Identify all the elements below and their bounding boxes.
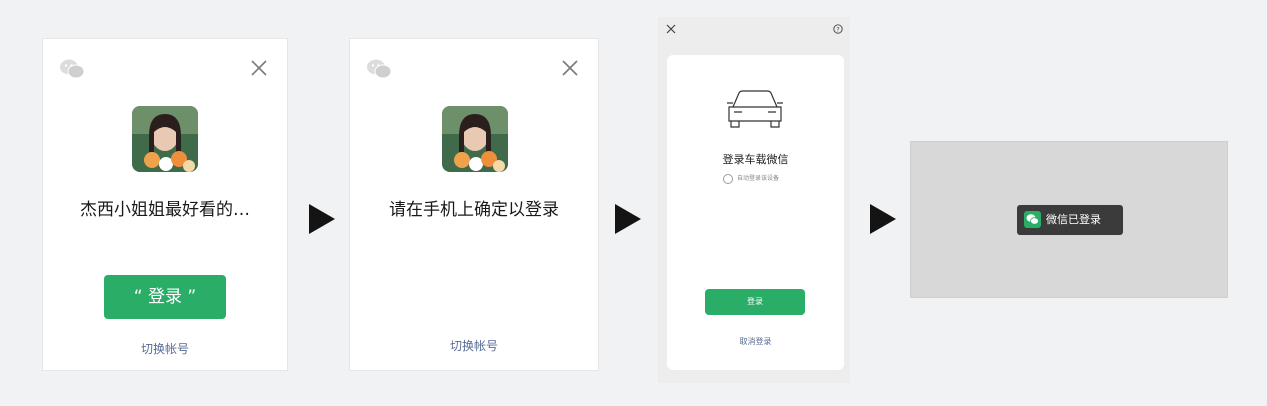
login-button[interactable]: “ 登录 ” [104,275,226,319]
radio-button[interactable] [723,174,733,184]
arrow-right-icon [615,204,641,234]
help-icon[interactable]: ? [833,24,843,34]
svg-text:?: ? [836,25,839,33]
wechat-logo-icon [367,59,392,79]
card-title: 登录车载微信 [722,153,789,166]
arrow-right-icon [309,204,335,234]
wechat-icon [1024,211,1041,228]
logged-in-toast: 微信已登录 [1017,205,1123,235]
car-login-card: 登录车载微信 自动登录该设备 登录 取消登录 [667,55,844,370]
auto-login-label: 自动登录该设备 [737,175,780,182]
login-dialog-step2: 请在手机上确定以登录 切换帐号 [349,38,599,371]
switch-account-link[interactable]: 切换帐号 [350,337,598,354]
confirm-on-phone-message: 请在手机上确定以登录 [389,200,559,220]
login-dialog-step1: 杰西小姐姐最好看的… “ 登录 ” 切换帐号 [42,38,288,371]
close-icon[interactable] [666,24,676,34]
confirm-login-button[interactable]: 登录 [705,289,805,315]
wechat-logo-icon [60,59,85,79]
close-icon[interactable] [560,58,580,78]
cancel-login-button[interactable]: 取消登录 [667,336,844,347]
nickname: 杰西小姐姐最好看的… [80,200,250,220]
close-icon[interactable] [249,58,269,78]
avatar [442,106,508,172]
car-icon [727,90,783,128]
toast-text: 微信已登录 [1046,213,1101,226]
desktop-screen: 微信已登录 [910,141,1228,298]
arrow-right-icon [870,204,896,234]
switch-account-link[interactable]: 切换帐号 [43,340,287,357]
avatar [132,106,198,172]
